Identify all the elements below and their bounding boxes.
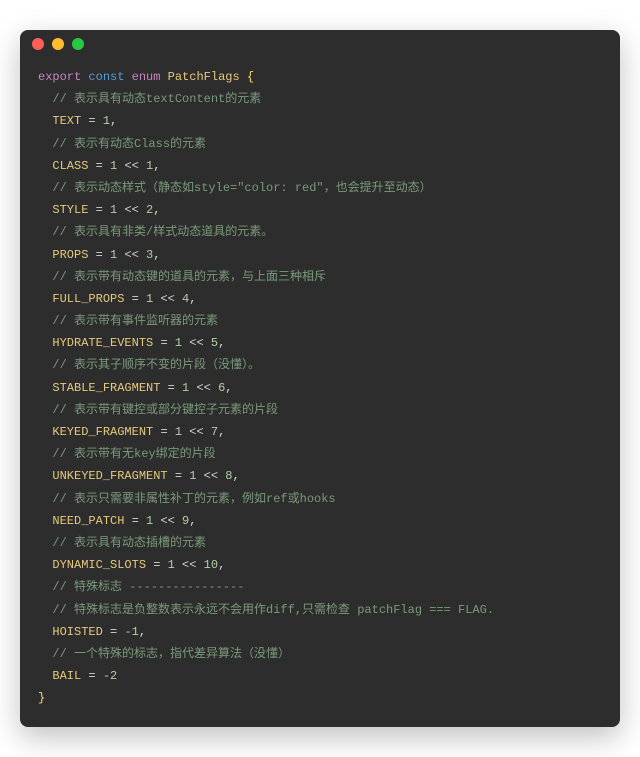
enum-member: KEYED_FRAGMENT = 1 << 7, [38, 421, 602, 443]
enum-declaration: export const enum PatchFlags { [38, 66, 602, 88]
enum-member: DYNAMIC_SLOTS = 1 << 10, [38, 554, 602, 576]
enum-member: TEXT = 1, [38, 110, 602, 132]
code-comment: // 特殊标志是负整数表示永远不会用作diff,只需检查 patchFlag =… [38, 599, 602, 621]
code-comment: // 表示带有键控或部分键控子元素的片段 [38, 399, 602, 421]
code-comment: // 表示带有无key绑定的片段 [38, 443, 602, 465]
enum-member: FULL_PROPS = 1 << 4, [38, 288, 602, 310]
code-comment: // 表示有动态Class的元素 [38, 133, 602, 155]
code-comment: // 表示具有非类/样式动态道具的元素。 [38, 221, 602, 243]
enum-member: NEED_PATCH = 1 << 9, [38, 510, 602, 532]
enum-member: UNKEYED_FRAGMENT = 1 << 8, [38, 465, 602, 487]
code-comment: // 表示具有动态插槽的元素 [38, 532, 602, 554]
enum-member: STYLE = 1 << 2, [38, 199, 602, 221]
code-comment: // 特殊标志 ---------------- [38, 576, 602, 598]
window-titlebar [20, 30, 620, 58]
code-comment: // 表示动态样式（静态如style="color: red"，也会提升至动态） [38, 177, 602, 199]
enum-member: HYDRATE_EVENTS = 1 << 5, [38, 332, 602, 354]
minimize-icon[interactable] [52, 38, 64, 50]
code-comment: // 表示其子顺序不变的片段（没懂）。 [38, 354, 602, 376]
enum-member: BAIL = -2 [38, 665, 602, 687]
code-comment: // 表示带有事件监听器的元素 [38, 310, 602, 332]
code-comment: // 一个特殊的标志，指代差异算法（没懂） [38, 643, 602, 665]
maximize-icon[interactable] [72, 38, 84, 50]
code-window: export const enum PatchFlags { // 表示具有动态… [20, 30, 620, 727]
enum-close: } [38, 687, 602, 709]
code-comment: // 表示只需要非属性补丁的元素，例如ref或hooks [38, 488, 602, 510]
enum-member: STABLE_FRAGMENT = 1 << 6, [38, 377, 602, 399]
enum-member: HOISTED = -1, [38, 621, 602, 643]
enum-member: CLASS = 1 << 1, [38, 155, 602, 177]
close-icon[interactable] [32, 38, 44, 50]
code-block: export const enum PatchFlags { // 表示具有动态… [20, 58, 620, 727]
code-comment: // 表示具有动态textContent的元素 [38, 88, 602, 110]
enum-member: PROPS = 1 << 3, [38, 244, 602, 266]
code-comment: // 表示带有动态键的道具的元素，与上面三种相斥 [38, 266, 602, 288]
